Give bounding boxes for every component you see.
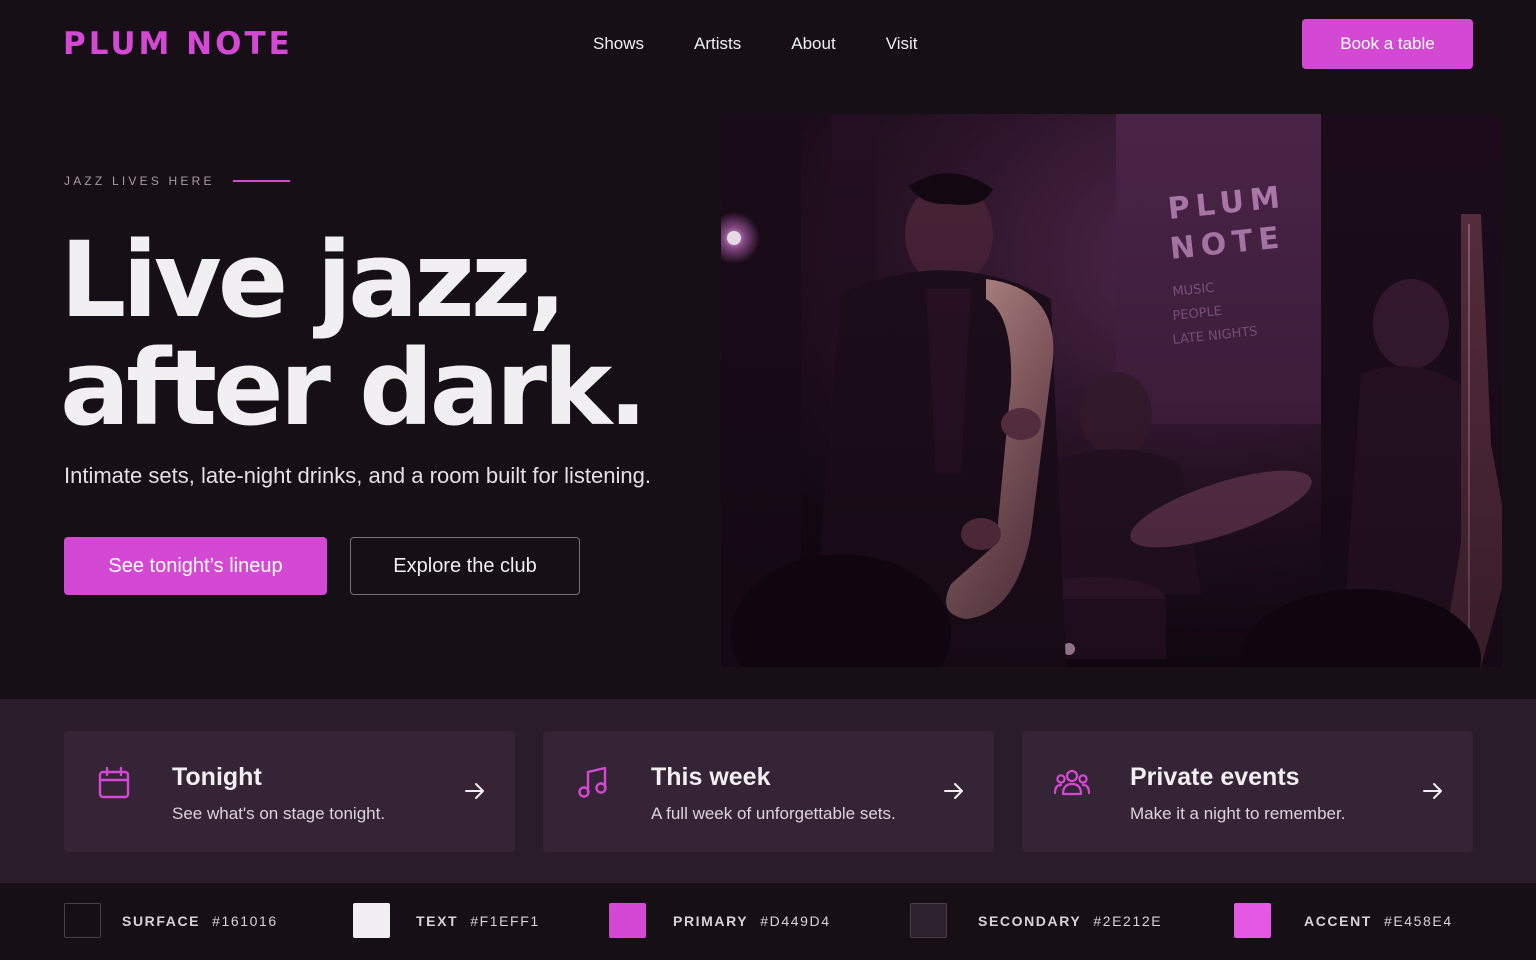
swatch-secondary: [910, 903, 947, 938]
swatch-label-surface: SURFACE #161016: [122, 913, 278, 929]
swatch-surface: [64, 903, 101, 938]
nav-link-visit[interactable]: Visit: [886, 34, 918, 54]
card-title: This week: [651, 763, 771, 791]
card-description: A full week of unforgettable sets.: [651, 804, 896, 823]
swatch-text: [353, 903, 390, 938]
people-group-icon: [1054, 769, 1090, 796]
swatch-label-text: TEXT #F1EFF1: [416, 913, 540, 929]
card-tonight[interactable]: Tonight See what's on stage tonight.: [64, 731, 515, 852]
swatch-accent: [1234, 903, 1271, 938]
swatch-label-secondary: SECONDARY #2E212E: [978, 913, 1163, 929]
eyebrow-rule: [232, 180, 290, 182]
hero-photo: PLUM NOTE MUSIC PEOPLE LATE NIGHTS: [721, 114, 1502, 667]
explore-club-button[interactable]: Explore the club: [350, 537, 580, 595]
main-nav: Shows Artists About Visit: [593, 34, 918, 54]
see-lineup-button[interactable]: See tonight’s lineup: [64, 537, 327, 595]
brand-logo[interactable]: PLUM NOTE: [63, 26, 293, 62]
headline-line-2: after dark.: [60, 327, 648, 449]
card-this-week[interactable]: This week A full week of unforgettable s…: [543, 731, 994, 852]
book-table-button[interactable]: Book a table: [1302, 19, 1473, 69]
eyebrow-text: JAZZ LIVES HERE: [64, 174, 215, 188]
card-private-events[interactable]: Private events Make it a night to rememb…: [1022, 731, 1473, 852]
card-description: See what's on stage tonight.: [172, 804, 386, 823]
swatch-label-primary: PRIMARY #D449D4: [673, 913, 831, 929]
hero-eyebrow: JAZZ LIVES HERE: [64, 174, 290, 188]
card-title: Private events: [1130, 763, 1300, 791]
arrow-right-icon: [944, 783, 963, 799]
calendar-icon: [98, 766, 130, 799]
card-title: Tonight: [172, 763, 262, 791]
nav-link-artists[interactable]: Artists: [694, 34, 741, 54]
hero-headline: Live jazz, after dark.: [60, 219, 648, 449]
headline-line-1: Live jazz,: [60, 219, 567, 341]
nav-link-about[interactable]: About: [791, 34, 835, 54]
swatch-primary: [609, 903, 646, 938]
nav-link-shows[interactable]: Shows: [593, 34, 644, 54]
arrow-right-icon: [465, 783, 484, 799]
swatch-label-accent: ACCENT #E458E4: [1304, 913, 1453, 929]
arrow-right-icon: [1423, 783, 1442, 799]
hero-subline: Intimate sets, late-night drinks, and a …: [64, 463, 651, 488]
card-description: Make it a night to remember.: [1130, 804, 1346, 823]
music-note-icon: [578, 766, 607, 798]
